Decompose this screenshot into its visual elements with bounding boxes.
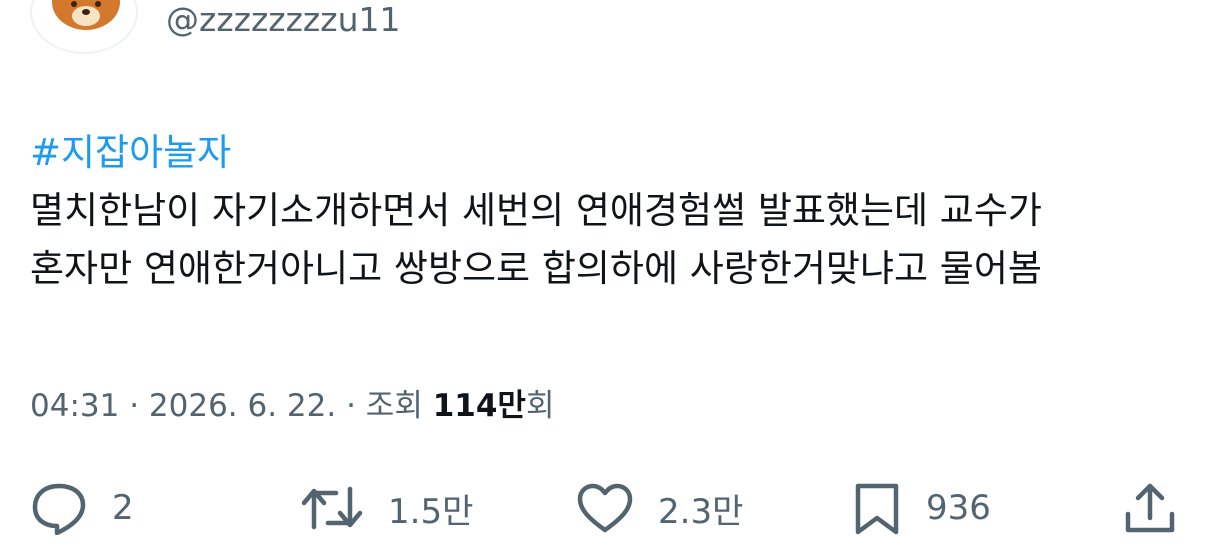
hashtag-link[interactable]: #지잡아놀자 (30, 124, 1180, 182)
tweet-text: #지잡아놀자 멸치한남이 자기소개하면서 세번의 연애경험썰 발표했는데 교수가… (30, 124, 1180, 298)
tweet-meta: 04:31 · 2026. 6. 22. · 조회 114만회 (30, 384, 554, 428)
bear-avatar-icon (52, 0, 120, 30)
tweet-line-2: 혼자만 연애한거아니고 쌍방으로 합의하에 사랑한거맞냐고 물어봄 (30, 247, 1042, 290)
author-handle[interactable]: @zzzzzzzzu11 (166, 0, 400, 42)
avatar[interactable] (30, 0, 138, 54)
share-button[interactable] (1122, 478, 1178, 538)
like-button[interactable]: 2.3만 (576, 478, 743, 538)
retweet-button[interactable]: 1.5만 (300, 478, 473, 538)
reply-button[interactable]: 2 (30, 478, 134, 538)
tweet-line-1: 멸치한남이 자기소개하면서 세번의 연애경험썰 발표했는데 교수가 (30, 189, 1042, 232)
action-bar: 2 1.5만 2.3만 936 (0, 478, 1206, 538)
heart-icon (577, 483, 633, 533)
bookmark-icon (855, 483, 899, 535)
bookmark-button[interactable]: 936 (852, 478, 991, 538)
tweet-datetime[interactable]: 04:31 · 2026. 6. 22. · 조회 (30, 388, 423, 424)
reply-bubble-icon (32, 483, 86, 535)
retweet-icon (301, 486, 363, 530)
views-suffix: 회 (525, 388, 555, 424)
retweet-count: 1.5만 (388, 491, 474, 532)
views-count: 114만 (432, 388, 526, 424)
share-icon (1125, 483, 1175, 533)
reply-count: 2 (112, 488, 134, 528)
like-count: 2.3만 (658, 491, 744, 532)
bookmark-count: 936 (926, 488, 991, 528)
